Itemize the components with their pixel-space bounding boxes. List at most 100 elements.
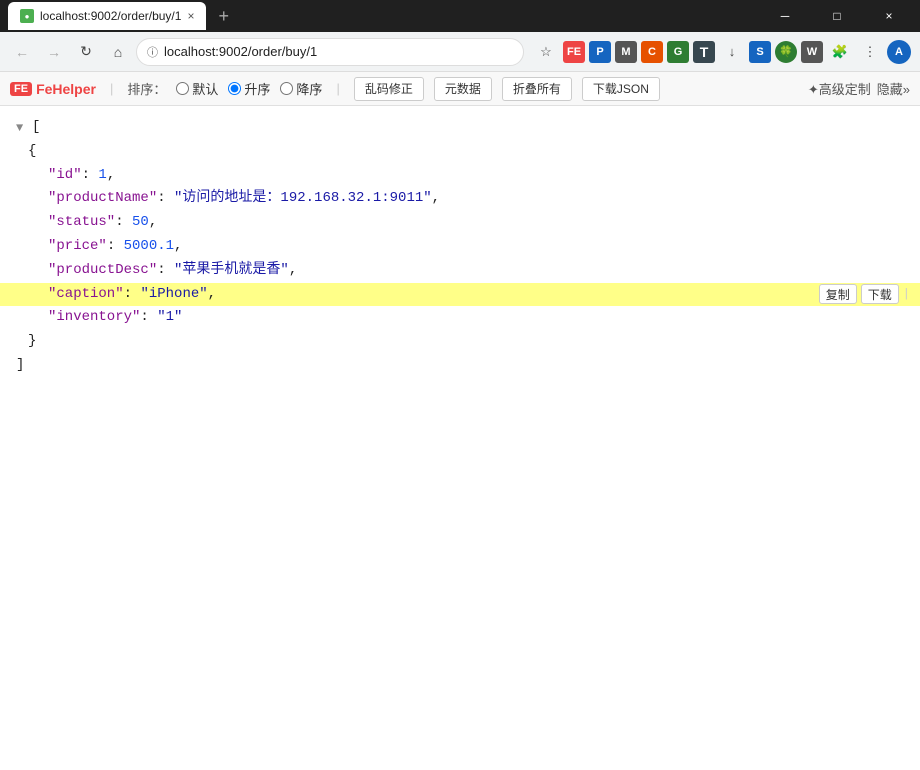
separator-2: | bbox=[336, 81, 339, 96]
json-key: "id" bbox=[48, 164, 82, 188]
json-line: "status": 50, bbox=[0, 211, 920, 235]
bookmark-button[interactable]: ☆ bbox=[532, 38, 560, 66]
json-key: "price" bbox=[48, 235, 107, 259]
ext-icon-6[interactable]: T bbox=[693, 41, 715, 63]
json-value-number: 50 bbox=[132, 211, 149, 235]
json-comma: , bbox=[107, 164, 115, 188]
sort-radio-group: 默认 升序 降序 bbox=[176, 79, 322, 98]
line-separator: | bbox=[903, 284, 910, 304]
url-text: localhost:9002/order/buy/1 bbox=[164, 44, 513, 59]
json-value-number: 1 bbox=[98, 164, 106, 188]
json-colon: : bbox=[140, 306, 157, 330]
profile-icon[interactable]: A bbox=[887, 40, 911, 64]
json-key: "productDesc" bbox=[48, 259, 157, 283]
advanced-button[interactable]: ✦高级定制 bbox=[808, 79, 871, 98]
hide-button[interactable]: 隐藏» bbox=[877, 79, 910, 98]
json-key: "productName" bbox=[48, 187, 157, 211]
download-button[interactable]: ↓ bbox=[718, 38, 746, 66]
sort-asc-radio[interactable] bbox=[228, 82, 241, 95]
json-content: ▼ [ { "id": 1,"productName": "访问的地址是：192… bbox=[0, 106, 920, 770]
open-bracket: [ bbox=[32, 116, 40, 140]
sort-default[interactable]: 默认 bbox=[176, 79, 218, 98]
json-comma: , bbox=[149, 211, 157, 235]
menu-button[interactable]: ⋮ bbox=[856, 38, 884, 66]
json-value-number: 5000.1 bbox=[124, 235, 174, 259]
sort-desc[interactable]: 降序 bbox=[280, 79, 322, 98]
download-json-button[interactable]: 下载JSON bbox=[582, 77, 660, 101]
separator-1: | bbox=[110, 81, 113, 96]
forward-button[interactable]: → bbox=[40, 38, 68, 66]
minimize-button[interactable]: ─ bbox=[762, 0, 808, 32]
close-bracket: ] bbox=[16, 354, 24, 378]
json-colon: : bbox=[157, 187, 174, 211]
navbar: ← → ↻ ⌂ ⓘ localhost:9002/order/buy/1 ☆ F… bbox=[0, 32, 920, 72]
sort-label: 排序： bbox=[127, 79, 166, 98]
close-button[interactable]: × bbox=[866, 0, 912, 32]
fehelper-logo: FE FeHelper bbox=[10, 81, 96, 97]
home-button[interactable]: ⌂ bbox=[104, 38, 132, 66]
json-comma: , bbox=[208, 283, 216, 307]
ext-icon-7[interactable]: S bbox=[749, 41, 771, 63]
json-colon: : bbox=[115, 211, 132, 235]
new-tab-button[interactable]: + bbox=[218, 6, 229, 27]
json-comma: , bbox=[432, 187, 440, 211]
window-controls: ─ □ × bbox=[762, 0, 912, 32]
json-colon: : bbox=[82, 164, 99, 188]
json-colon: : bbox=[124, 283, 141, 307]
json-value-string: "苹果手机就是香" bbox=[174, 259, 289, 283]
ext-icon-8[interactable]: 🍀 bbox=[775, 41, 797, 63]
ext-icon-3[interactable]: M bbox=[615, 41, 637, 63]
json-colon: : bbox=[107, 235, 124, 259]
json-colon: : bbox=[157, 259, 174, 283]
reload-button[interactable]: ↻ bbox=[72, 38, 100, 66]
json-indent-open: { bbox=[0, 140, 920, 164]
json-comma: , bbox=[289, 259, 297, 283]
back-button[interactable]: ← bbox=[8, 38, 36, 66]
object-close-brace: } bbox=[28, 330, 36, 354]
json-value-string: "iPhone" bbox=[140, 283, 207, 307]
ext-icon-2[interactable]: P bbox=[589, 41, 611, 63]
fix-encoding-button[interactable]: 乱码修正 bbox=[354, 77, 424, 101]
extensions-button[interactable]: 🧩 bbox=[826, 38, 854, 66]
fold-all-button[interactable]: 折叠所有 bbox=[502, 77, 572, 101]
sort-asc[interactable]: 升序 bbox=[228, 79, 270, 98]
titlebar: ● localhost:9002/order/buy/1 × + ─ □ × bbox=[0, 0, 920, 32]
fehelper-name: FeHelper bbox=[36, 81, 96, 97]
tab-close-icon[interactable]: × bbox=[187, 9, 194, 23]
line-download-button[interactable]: 下载 bbox=[861, 284, 899, 304]
json-key: "caption" bbox=[48, 283, 124, 307]
fehelper-ext-icon[interactable]: FE bbox=[563, 41, 585, 63]
json-line: "inventory": "1" bbox=[0, 306, 920, 330]
json-value-string: "1" bbox=[157, 306, 182, 330]
tab-favicon: ● bbox=[20, 9, 34, 23]
navbar-icons: ☆ FE P M C G T ↓ S 🍀 W 🧩 ⋮ A bbox=[532, 38, 912, 66]
json-comma: , bbox=[174, 235, 182, 259]
sort-default-radio[interactable] bbox=[176, 82, 189, 95]
json-value-string: "访问的地址是：192.168.32.1:9011" bbox=[174, 187, 432, 211]
ext-icon-9[interactable]: W bbox=[801, 41, 823, 63]
json-line: "caption": "iPhone", 复制 下载 | bbox=[0, 283, 920, 307]
maximize-button[interactable]: □ bbox=[814, 0, 860, 32]
copy-button[interactable]: 复制 bbox=[819, 284, 857, 304]
json-key: "status" bbox=[48, 211, 115, 235]
fehelper-right-actions: ✦高级定制 隐藏» bbox=[808, 79, 910, 98]
tab-active[interactable]: ● localhost:9002/order/buy/1 × bbox=[8, 2, 206, 30]
json-line: "productDesc": "苹果手机就是香", bbox=[0, 259, 920, 283]
raw-data-button[interactable]: 元数据 bbox=[434, 77, 492, 101]
lock-icon: ⓘ bbox=[147, 44, 158, 60]
object-open-brace: { bbox=[28, 140, 36, 164]
ext-icon-5[interactable]: G bbox=[667, 41, 689, 63]
json-line: "productName": "访问的地址是：192.168.32.1:9011… bbox=[0, 187, 920, 211]
json-open-bracket: ▼ [ bbox=[0, 116, 920, 140]
ext-icon-4[interactable]: C bbox=[641, 41, 663, 63]
json-key: "inventory" bbox=[48, 306, 140, 330]
fe-badge: FE bbox=[10, 82, 32, 96]
collapse-toggle[interactable]: ▼ bbox=[16, 118, 28, 138]
fehelper-toolbar: FE FeHelper | 排序： 默认 升序 降序 | 乱码修正 元数据 折叠… bbox=[0, 72, 920, 106]
sort-desc-radio[interactable] bbox=[280, 82, 293, 95]
json-indent-close: } bbox=[0, 330, 920, 354]
json-close-bracket: ] bbox=[0, 354, 920, 378]
json-line: "price": 5000.1, bbox=[0, 235, 920, 259]
address-bar[interactable]: ⓘ localhost:9002/order/buy/1 bbox=[136, 38, 524, 66]
tab-title: localhost:9002/order/buy/1 bbox=[40, 9, 181, 23]
